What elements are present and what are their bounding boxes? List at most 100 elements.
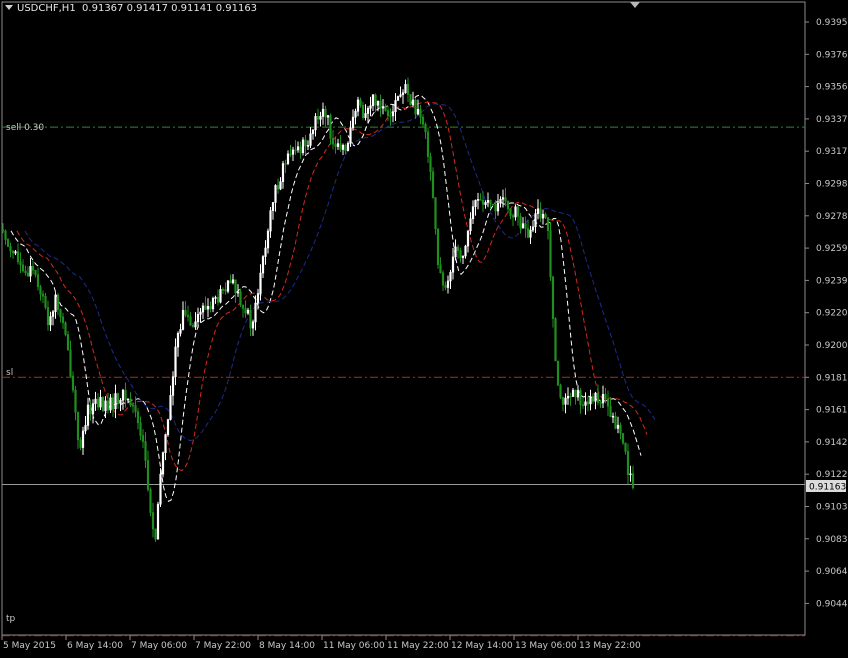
bear-candle <box>149 489 152 513</box>
bear-candle <box>139 422 142 436</box>
bear-candle <box>74 389 77 413</box>
bear-candle <box>276 185 280 190</box>
close-price: 0.91163 <box>215 3 258 14</box>
bear-candle <box>64 322 67 335</box>
bear-candle <box>579 390 582 406</box>
bear-candle <box>134 405 137 413</box>
time-axis[interactable]: 5 May 2015 6 May 14:00 7 May 06:00 7 May 22… <box>1 635 641 651</box>
price-axis[interactable]: 0.93955 0.93760 0.93565 0.93370 0.93175 0.929… <box>805 18 848 609</box>
bear-candle <box>374 94 377 106</box>
bear-candle <box>491 203 495 206</box>
ma-fast-line <box>10 94 642 502</box>
bear-candle <box>234 279 237 294</box>
bear-candle <box>419 109 422 118</box>
bear-candle <box>479 199 482 201</box>
bear-candle <box>216 297 220 303</box>
bear-candle <box>429 156 432 173</box>
bear-candle <box>421 116 425 125</box>
bear-candle <box>556 360 560 386</box>
chart-header: USDCHF,H1 0.91367 0.91417 0.91141 0.9116… <box>5 3 257 14</box>
bear-candle <box>431 171 435 198</box>
bear-candle <box>559 384 562 398</box>
bear-candle <box>606 398 610 407</box>
moving-averages <box>10 94 656 502</box>
bear-candle <box>406 84 410 95</box>
bear-candle <box>191 324 195 328</box>
bear-candle <box>626 451 630 475</box>
bear-candle <box>331 137 335 145</box>
bear-candle <box>34 269 37 275</box>
bear-candle <box>436 228 440 266</box>
chart-window[interactable]: 0.93955 0.93760 0.93565 0.93370 0.93175 0.929… <box>0 0 848 654</box>
bear-candle <box>384 106 387 111</box>
bear-candle <box>106 400 110 411</box>
y-tick-label: 0.93760 <box>816 50 848 60</box>
bear-candle <box>621 433 625 444</box>
price-chart[interactable]: 0.93955 0.93760 0.93565 0.93370 0.93175 0.929… <box>0 0 848 654</box>
bear-candle <box>481 199 485 205</box>
bear-candle <box>4 230 7 240</box>
bear-candle <box>614 415 617 429</box>
bear-candle <box>209 305 212 310</box>
bear-candle <box>116 393 120 404</box>
x-tick-label: 5 May 2015 <box>3 641 56 651</box>
bear-candle <box>569 395 572 398</box>
bear-candle <box>524 223 527 229</box>
candles <box>1 77 635 543</box>
x-tick-label: 6 May 14:00 <box>67 641 123 651</box>
bear-candle <box>316 116 320 120</box>
bear-candle <box>141 435 145 442</box>
y-tick-label: 0.91420 <box>816 438 848 448</box>
bear-candle <box>596 392 600 403</box>
y-tick-label: 0.92200 <box>816 309 848 319</box>
bear-candle <box>289 153 292 156</box>
bear-candle <box>224 289 227 292</box>
bear-candle <box>574 389 577 398</box>
bear-candle <box>39 286 42 295</box>
y-tick-label: 0.91810 <box>816 373 848 383</box>
bear-candle <box>324 108 327 118</box>
bear-candle <box>599 402 602 404</box>
bear-candle <box>241 304 245 309</box>
bear-candle <box>79 439 82 448</box>
bear-candle <box>1 229 5 232</box>
bear-candle <box>361 105 365 118</box>
y-tick-label: 0.93175 <box>816 147 848 157</box>
x-tick-label: 11 May 22:00 <box>387 641 449 651</box>
bear-candle <box>89 404 92 415</box>
bear-candle <box>386 110 390 117</box>
y-tick-label: 0.92590 <box>816 244 848 254</box>
chart-shift-marker-icon[interactable] <box>630 2 640 8</box>
bear-candle <box>129 398 132 406</box>
bear-candle <box>511 215 515 218</box>
bear-candle <box>144 441 147 461</box>
bear-candle <box>11 250 15 254</box>
tp-level-label: tp <box>6 614 16 624</box>
bear-candle <box>609 405 612 418</box>
bear-candle <box>24 270 27 274</box>
current-price-label: 0.91163 <box>809 483 846 493</box>
sell-level-label: sell 0.30 <box>6 123 44 133</box>
y-tick-label: 0.93565 <box>816 83 848 93</box>
bear-candle <box>186 314 190 318</box>
bear-candle <box>124 389 127 400</box>
bear-candle <box>36 274 40 288</box>
x-tick-label: 7 May 22:00 <box>195 641 251 651</box>
dropdown-arrow-icon[interactable] <box>5 5 13 10</box>
bear-candle <box>19 261 22 266</box>
bear-candle <box>359 99 362 106</box>
x-tick-label: 8 May 14:00 <box>259 641 315 651</box>
bear-candle <box>294 149 297 152</box>
bear-candle <box>459 250 462 258</box>
x-tick-label: 13 May 06:00 <box>515 641 577 651</box>
y-tick-label: 0.91225 <box>816 470 848 480</box>
bear-candle <box>239 291 242 306</box>
trade-levels <box>2 126 805 637</box>
bear-candle <box>299 146 302 154</box>
bear-candle <box>439 264 442 274</box>
bear-candle <box>136 411 140 424</box>
bear-candle <box>16 251 20 262</box>
bear-candle <box>59 309 62 318</box>
x-tick-label: 12 May 14:00 <box>451 641 513 651</box>
bear-candle <box>504 197 507 202</box>
